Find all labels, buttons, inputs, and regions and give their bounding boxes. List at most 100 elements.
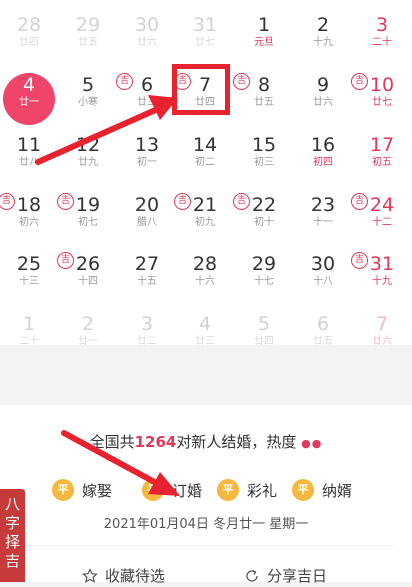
auspicious-badge: 吉 <box>351 252 368 269</box>
lunar-date: 十八 <box>313 276 333 287</box>
calendar-day[interactable]: 12 廿九 <box>59 128 117 188</box>
day-number: 29 <box>75 14 101 36</box>
auspicious-badge: 吉 <box>351 73 368 90</box>
calendar-day[interactable]: 27 十五 <box>118 247 176 307</box>
auspicious-badge: 吉 <box>57 193 74 210</box>
calendar-day[interactable]: 吉 10 廿七 <box>351 68 411 128</box>
tag-badge: 平 <box>52 479 74 501</box>
day-number: 28 <box>16 14 42 36</box>
calendar-day[interactable]: 吉 18 初六 <box>0 188 58 248</box>
day-number: 5 <box>81 74 95 96</box>
tag-dinghun[interactable]: 平 订婚 <box>142 477 202 503</box>
day-number: 2 <box>81 313 95 335</box>
day-number: 4 <box>198 313 212 335</box>
calendar-day[interactable]: 吉 19 初七 <box>57 188 117 248</box>
share-icon <box>246 569 258 582</box>
calendar-day[interactable]: 28 廿四 <box>0 8 58 68</box>
tag-label: 彩礼 <box>247 481 278 500</box>
calendar-day[interactable]: 14 初二 <box>176 128 234 188</box>
lunar-date: 元旦 <box>254 37 274 48</box>
lunar-date: 初二 <box>195 157 215 168</box>
share-button[interactable]: 分享吉日 <box>244 565 327 586</box>
calendar-day[interactable]: 31 廿七 <box>176 8 234 68</box>
calendar-day[interactable]: 30 廿六 <box>118 8 176 68</box>
lunar-date: 二十 <box>372 37 392 48</box>
tag-list: 平 嫁娶 平 订婚 平 彩礼 平 纳婿 <box>52 477 382 503</box>
day-number: 9 <box>316 74 330 96</box>
calendar-day[interactable]: 吉 31 十九 <box>351 247 411 307</box>
lunar-date: 廿七 <box>372 97 392 108</box>
calendar-day[interactable]: 吉 21 初九 <box>174 188 234 248</box>
day-number: 1 <box>257 14 271 36</box>
favorite-label: 收藏待选 <box>105 567 166 585</box>
bazi-side-tab[interactable]: 八字择吉 <box>0 489 25 582</box>
share-label: 分享吉日 <box>267 567 328 585</box>
lunar-date: 廿一 <box>19 97 39 108</box>
calendar-day[interactable]: 6 廿五 <box>294 307 352 367</box>
star-icon <box>82 567 98 583</box>
tag-caili[interactable]: 平 彩礼 <box>217 477 277 503</box>
calendar-day[interactable]: 1 二十 <box>0 307 58 367</box>
tag-badge: 平 <box>142 479 164 501</box>
lunar-date: 廿六 <box>137 37 157 48</box>
lunar-date: 腊八 <box>137 217 157 228</box>
calendar-grid: 28 廿四 29 廿五 30 廿六 31 廿七 1 元旦 2 十九 3 二十 4 廿一 5 小寒吉 6 廿三吉 7 廿四吉… <box>0 0 412 347</box>
calendar-day[interactable]: 25 十三 <box>0 247 58 307</box>
calendar-day[interactable]: 17 初五 <box>353 128 411 188</box>
tag-badge: 平 <box>217 479 239 501</box>
day-number: 1 <box>22 313 36 335</box>
calendar-day[interactable]: 9 廿六 <box>294 68 352 128</box>
lunar-date: 十四 <box>78 276 98 287</box>
calendar-day[interactable]: 吉 8 廿五 <box>233 68 293 128</box>
calendar-day[interactable]: 5 廿四 <box>235 307 293 367</box>
highlight-box <box>172 64 230 115</box>
calendar-day[interactable]: 吉 26 十四 <box>57 247 117 307</box>
calendar-day[interactable]: 7 廿六 <box>353 307 411 367</box>
calendar-day[interactable]: 15 初三 <box>235 128 293 188</box>
lunar-date: 廿二 <box>137 336 157 347</box>
day-number: 15 <box>251 134 277 156</box>
favorite-button[interactable]: 收藏待选 <box>82 565 165 586</box>
calendar-day[interactable]: 1 元旦 <box>235 8 293 68</box>
lunar-date: 二十 <box>19 336 39 347</box>
day-number: 30 <box>310 253 336 275</box>
auspicious-badge: 吉 <box>233 193 250 210</box>
calendar-day[interactable]: 吉 6 廿三 <box>116 68 176 128</box>
calendar-day[interactable]: 11 廿八 <box>0 128 58 188</box>
calendar-day[interactable]: 3 二十 <box>353 8 411 68</box>
calendar-day[interactable]: 吉 22 初十 <box>233 188 293 248</box>
day-number: 28 <box>192 253 218 275</box>
tag-naxu[interactable]: 平 纳婿 <box>292 477 352 503</box>
calendar-day[interactable]: 5 小寒 <box>59 68 117 128</box>
day-number: 2 <box>316 14 330 36</box>
calendar-day[interactable]: 29 十七 <box>235 247 293 307</box>
day-number: 14 <box>192 134 218 156</box>
lunar-date: 初三 <box>254 157 274 168</box>
lunar-date: 十五 <box>137 276 157 287</box>
day-number: 16 <box>310 134 336 156</box>
calendar-day[interactable]: 23 十一 <box>294 188 352 248</box>
calendar-day[interactable]: 13 初一 <box>118 128 176 188</box>
calendar-day[interactable]: 吉 24 十二 <box>351 188 411 248</box>
tag-jiaqu[interactable]: 平 嫁娶 <box>52 477 112 503</box>
lunar-date: 廿三 <box>137 97 157 108</box>
lunar-date: 初七 <box>78 217 98 228</box>
lunar-date: 十六 <box>195 276 215 287</box>
day-number: 27 <box>134 253 160 275</box>
lunar-date: 廿七 <box>195 37 215 48</box>
calendar-day[interactable]: 2 廿一 <box>59 307 117 367</box>
lunar-date: 十一 <box>313 217 333 228</box>
auspicious-badge: 吉 <box>351 193 368 210</box>
tag-label: 纳婿 <box>322 481 353 500</box>
lunar-date: 初一 <box>137 157 157 168</box>
calendar-day[interactable]: 16 初四 <box>294 128 352 188</box>
calendar-day[interactable]: 30 十八 <box>294 247 352 307</box>
lunar-date: 十七 <box>254 276 274 287</box>
calendar-day[interactable]: 20 腊八 <box>118 188 176 248</box>
calendar-day[interactable]: 29 廿五 <box>59 8 117 68</box>
calendar-day[interactable]: 4 廿一 <box>0 68 58 128</box>
calendar-day[interactable]: 28 十六 <box>176 247 234 307</box>
calendar-day[interactable]: 4 廿三 <box>176 307 234 367</box>
calendar-day[interactable]: 2 十九 <box>294 8 352 68</box>
calendar-day[interactable]: 3 廿二 <box>118 307 176 367</box>
